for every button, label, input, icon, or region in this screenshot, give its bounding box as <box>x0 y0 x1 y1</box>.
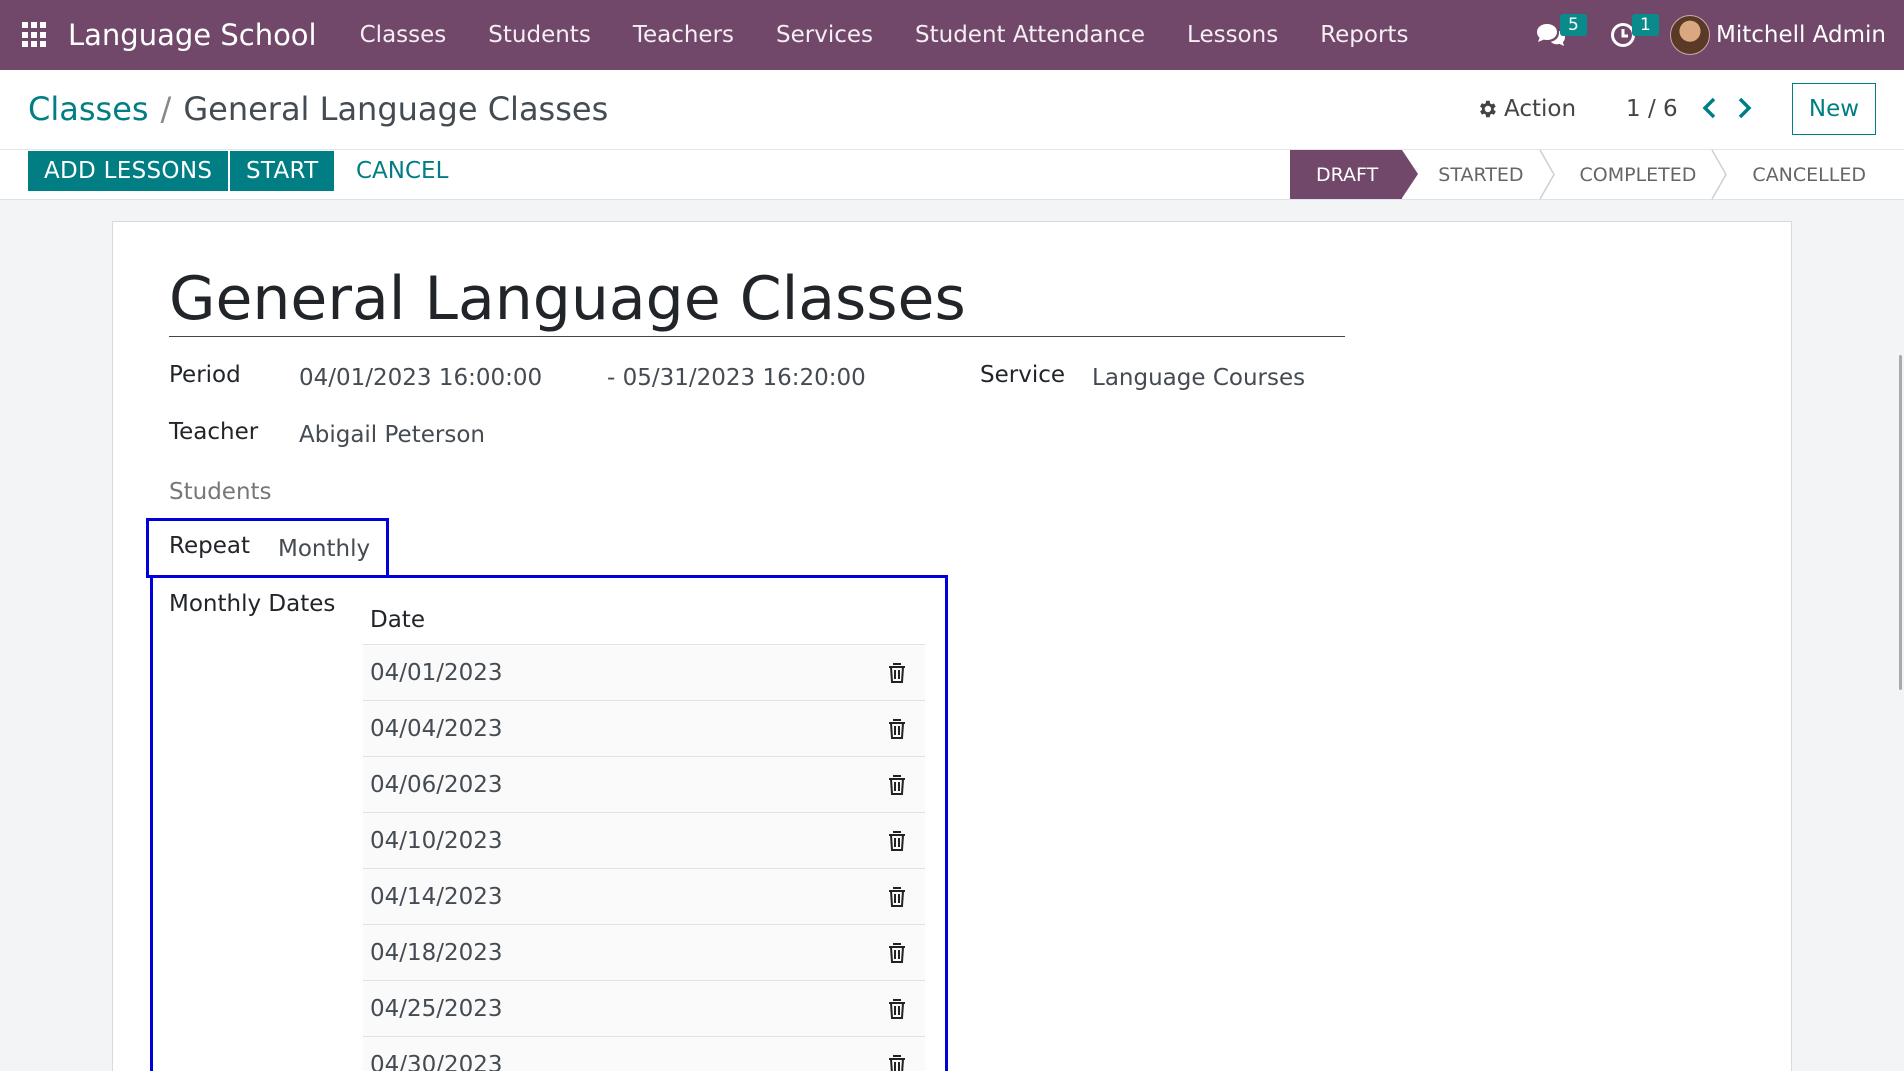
trash-icon[interactable] <box>887 998 907 1020</box>
table-row[interactable]: 04/06/2023 <box>363 757 925 813</box>
trash-icon[interactable] <box>887 886 907 908</box>
add-lessons-button[interactable]: ADD LESSONS <box>28 151 229 191</box>
status-draft[interactable]: DRAFT <box>1290 150 1419 199</box>
trash-icon[interactable] <box>887 718 907 740</box>
date-cell[interactable]: 04/01/2023 <box>370 660 503 686</box>
chevron-left-icon[interactable] <box>1698 94 1722 122</box>
breadcrumb: Classes / General Language Classes <box>28 90 608 128</box>
service-field[interactable]: Language Courses <box>1092 365 1305 391</box>
repeat-field[interactable]: Monthly <box>278 536 370 562</box>
monthly-dates-table: Date 04/01/2023 04/04/2023 04/06/2023 04… <box>363 587 925 1071</box>
menu-item-student-attendance[interactable]: Student Attendance <box>894 22 1166 48</box>
date-cell[interactable]: 04/18/2023 <box>370 940 503 966</box>
page-scrollbar[interactable] <box>1898 200 1904 1071</box>
table-row[interactable]: 04/10/2023 <box>363 813 925 869</box>
table-row[interactable]: 04/14/2023 <box>363 869 925 925</box>
period-start-field[interactable]: 04/01/2023 16:00:00 <box>299 365 542 391</box>
table-row[interactable]: 04/01/2023 <box>363 645 925 701</box>
service-label: Service <box>980 362 1066 388</box>
table-row[interactable]: 04/04/2023 <box>363 701 925 757</box>
action-label: Action <box>1504 96 1577 122</box>
trash-icon[interactable] <box>887 774 907 796</box>
status-completed[interactable]: COMPLETED <box>1548 150 1728 199</box>
date-cell[interactable]: 04/06/2023 <box>370 772 503 798</box>
status-started-label: STARTED <box>1438 163 1524 186</box>
main-menu: Classes Students Teachers Services Stude… <box>339 22 1430 48</box>
activities-badge: 1 <box>1631 14 1659 36</box>
repeat-label: Repeat <box>169 533 250 559</box>
menu-item-reports[interactable]: Reports <box>1299 22 1429 48</box>
table-row[interactable]: 04/18/2023 <box>363 925 925 981</box>
menu-item-classes[interactable]: Classes <box>339 22 468 48</box>
trash-icon[interactable] <box>887 1054 907 1071</box>
teacher-label: Teacher <box>169 419 259 445</box>
breadcrumb-current: General Language Classes <box>183 90 609 128</box>
cancel-button[interactable]: CANCEL <box>340 151 464 191</box>
menu-item-students[interactable]: Students <box>467 22 612 48</box>
user-menu[interactable]: Mitchell Admin <box>1716 22 1886 48</box>
date-cell[interactable]: 04/04/2023 <box>370 716 503 742</box>
status-draft-label: DRAFT <box>1316 163 1379 186</box>
status-cancelled-label: CANCELLED <box>1752 163 1866 186</box>
action-menu-button[interactable]: Action <box>1476 96 1576 122</box>
activities-button[interactable]: 1 <box>1598 0 1659 70</box>
table-row[interactable]: 04/30/2023 <box>363 1037 925 1071</box>
monthly-dates-label: Monthly Dates <box>169 591 336 617</box>
trash-icon[interactable] <box>887 830 907 852</box>
pager-value[interactable]: 1 / 6 <box>1626 96 1678 122</box>
trash-icon[interactable] <box>887 662 907 684</box>
new-record-button[interactable]: New <box>1792 83 1876 135</box>
chevron-right-icon[interactable] <box>1732 94 1756 122</box>
start-button[interactable]: START <box>230 151 335 191</box>
date-column-header[interactable]: Date <box>363 587 925 645</box>
menu-item-services[interactable]: Services <box>755 22 894 48</box>
status-completed-label: COMPLETED <box>1579 163 1697 186</box>
period-end-field[interactable]: - 05/31/2023 16:20:00 <box>607 365 866 391</box>
date-cell[interactable]: 04/14/2023 <box>370 884 503 910</box>
trash-icon[interactable] <box>887 942 907 964</box>
period-label: Period <box>169 362 241 388</box>
date-cell[interactable]: 04/25/2023 <box>370 996 503 1022</box>
status-started[interactable]: STARTED <box>1402 150 1555 199</box>
gear-icon <box>1480 100 1496 118</box>
status-cancelled[interactable]: CANCELLED <box>1720 150 1890 199</box>
date-cell[interactable]: 04/10/2023 <box>370 828 503 854</box>
systray: 5 1 Mitchell Admin <box>1526 0 1904 70</box>
scrollbar-thumb[interactable] <box>1899 355 1902 690</box>
menu-item-teachers[interactable]: Teachers <box>612 22 755 48</box>
breadcrumb-classes-link[interactable]: Classes <box>28 90 149 128</box>
messaging-button[interactable]: 5 <box>1526 0 1587 70</box>
date-cell[interactable]: 04/30/2023 <box>370 1052 503 1071</box>
students-label: Students <box>169 479 272 505</box>
statusbar: DRAFT STARTED COMPLETED CANCELLED <box>1290 150 1890 199</box>
teacher-field[interactable]: Abigail Peterson <box>299 422 485 448</box>
table-row[interactable]: 04/25/2023 <box>363 981 925 1037</box>
menu-item-lessons[interactable]: Lessons <box>1166 22 1299 48</box>
user-avatar[interactable] <box>1669 15 1710 55</box>
apps-menu-icon[interactable] <box>22 22 48 48</box>
messages-badge: 5 <box>1559 14 1587 36</box>
record-title-field[interactable]: General Language Classes <box>169 264 1345 337</box>
top-navbar: Language School Classes Students Teacher… <box>0 0 1904 70</box>
app-brand[interactable]: Language School <box>68 18 317 52</box>
breadcrumb-separator: / <box>160 90 172 128</box>
form-sheet: General Language Classes Period 04/01/20… <box>112 221 1792 1071</box>
